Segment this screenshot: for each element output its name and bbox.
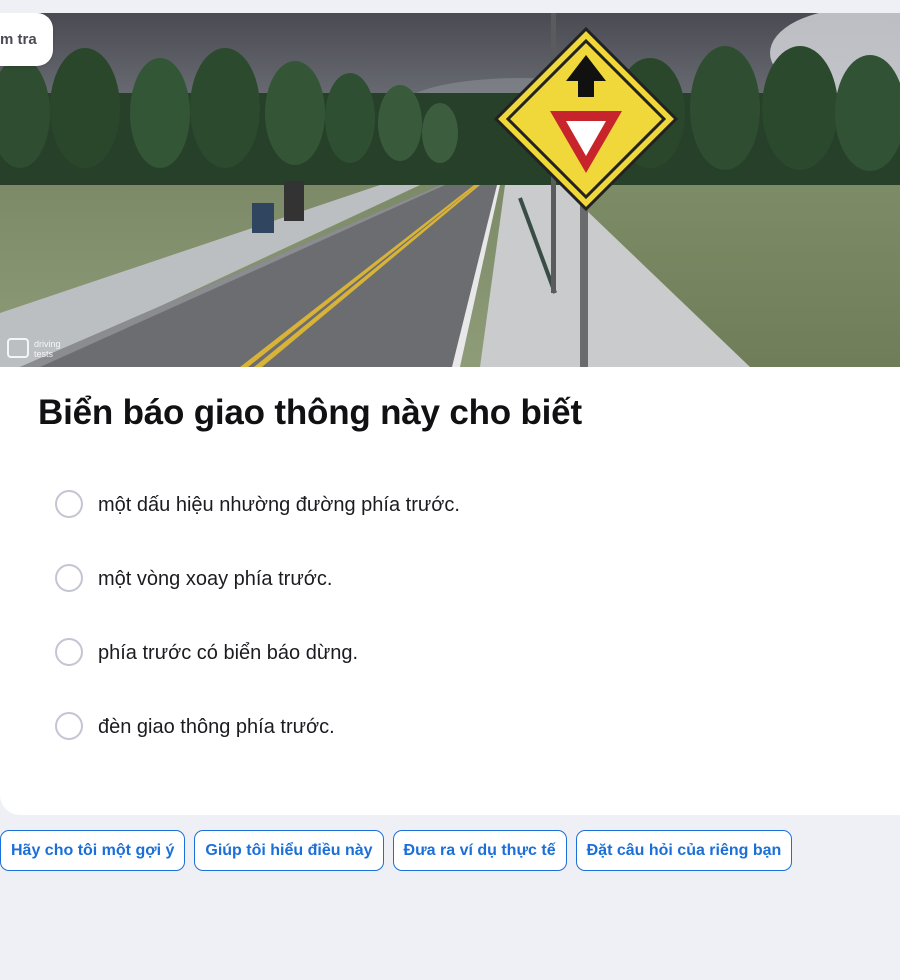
answer-option[interactable]: phía trước có biển báo dừng. [55,638,855,712]
section-badge[interactable]: m tra [0,13,53,66]
answer-option-label: một dấu hiệu nhường đường phía trước. [98,494,460,516]
ask-own-question-button[interactable]: Đặt câu hỏi của riêng bạn [575,830,793,871]
radio-empty-icon[interactable] [55,638,83,666]
hint-button[interactable]: Hãy cho tôi một gợi ý [0,830,186,871]
answer-option-label: phía trước có biển báo dừng. [98,642,359,664]
radio-empty-icon[interactable] [55,564,83,592]
radio-empty-icon[interactable] [55,490,83,518]
question-image: driving tests [0,13,900,367]
section-badge-label: m tra [0,31,37,48]
answer-options: một dấu hiệu nhường đường phía trước. mộ… [55,490,855,786]
svg-text:driving: driving [34,339,61,349]
answer-option[interactable]: một vòng xoay phía trước. [55,564,855,638]
real-example-button[interactable]: Đưa ra ví dụ thực tế [392,830,567,871]
answer-option[interactable]: đèn giao thông phía trước. [55,712,855,786]
answer-option-label: đèn giao thông phía trước. [98,716,335,738]
question-title: Biển báo giao thông này cho biết [38,393,582,432]
answer-option[interactable]: một dấu hiệu nhường đường phía trước. [55,490,855,564]
radio-empty-icon[interactable] [55,712,83,740]
explain-button[interactable]: Giúp tôi hiểu điều này [194,830,384,871]
help-chips: Hãy cho tôi một gợi ý Giúp tôi hiểu điều… [0,830,793,871]
answer-option-label: một vòng xoay phía trước. [98,568,333,590]
svg-text:tests: tests [34,349,54,359]
